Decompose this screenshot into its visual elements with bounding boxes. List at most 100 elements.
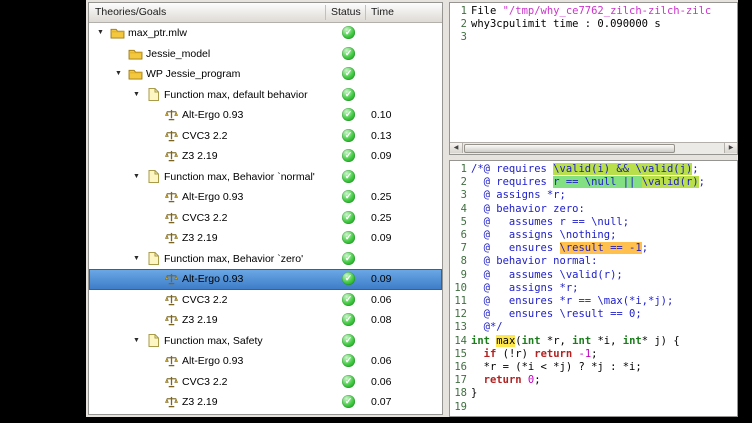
tree-row[interactable]: ▼max_ptr.mlw✓: [89, 23, 442, 44]
code-text: File "/tmp/why_ce7762_zilch-zilch-zilc: [471, 5, 711, 18]
code-text: *r = (*i < *j) ? *j : *i;: [471, 361, 642, 374]
time-value: 0.06: [371, 355, 391, 367]
indent-spacer: [89, 53, 111, 54]
indent-spacer: [89, 279, 147, 280]
tree-row[interactable]: ▼WP Jessie_program✓: [89, 64, 442, 85]
status-ok-icon: ✓: [342, 395, 355, 408]
tree-row[interactable]: CVC3 2.2✓0.13: [89, 126, 442, 147]
code-line: 16 *r = (*i < *j) ? *j : *i;: [450, 361, 737, 374]
message-panel: 1File "/tmp/why_ce7762_zilch-zilch-zilc2…: [449, 2, 738, 155]
status-ok-icon: ✓: [342, 252, 355, 265]
indent-spacer: [89, 402, 147, 403]
prover-icon: [162, 313, 180, 327]
expander-down-icon[interactable]: ▼: [111, 64, 126, 84]
time-value: 0.25: [371, 212, 391, 224]
code-text: @ ensures \result == -1;: [471, 242, 648, 255]
tree-row[interactable]: ▼ Function max, Behavior `zero' ✓: [89, 249, 442, 270]
horizontal-splitter[interactable]: [449, 153, 736, 160]
prover-icon: [162, 354, 180, 368]
row-label: Alt-Ergo 0.93: [182, 109, 243, 121]
code-text: }: [471, 387, 477, 400]
code-line: 3 @ assigns *r;: [450, 189, 737, 202]
code-line: 2 @ requires r == \null || \valid(r);: [450, 176, 737, 189]
indent-spacer: [89, 258, 129, 259]
time-value: 0.10: [371, 109, 391, 121]
scroll-right-icon[interactable]: ▶: [724, 143, 737, 153]
row-label: Function max, default behavior: [164, 89, 308, 101]
goal-icon: [144, 88, 162, 102]
prover-icon: [162, 231, 180, 245]
time-value: 0.08: [371, 314, 391, 326]
line-number: 8: [450, 255, 471, 268]
status-ok-icon: ✓: [342, 149, 355, 162]
tree-row[interactable]: ▼Function max, Safety✓: [89, 331, 442, 352]
expander-down-icon[interactable]: ▼: [129, 331, 144, 351]
status-ok-icon: ✓: [342, 272, 355, 285]
column-separator[interactable]: [365, 5, 366, 20]
line-number: 7: [450, 242, 471, 255]
tree-row[interactable]: ▼Function max, Behavior `normal'✓: [89, 167, 442, 188]
line-number: 12: [450, 308, 471, 321]
expander-down-icon[interactable]: ▼: [129, 249, 144, 269]
time-value: 0.25: [371, 191, 391, 203]
indent-spacer: [89, 115, 147, 116]
tree-row[interactable]: Z3 2.19✓0.07: [89, 392, 442, 413]
expander-down-icon[interactable]: ▼: [93, 23, 108, 43]
indent-spacer: [89, 217, 147, 218]
goals-tree-panel: Theories/Goals Status Time ▼max_ptr.mlw✓…: [88, 2, 443, 415]
code-line: 18}: [450, 387, 737, 400]
indent-spacer: [89, 320, 147, 321]
code-text: @ behavior normal:: [471, 255, 597, 268]
code-text: @ assigns *r;: [471, 282, 578, 295]
expander-down-icon[interactable]: ▼: [129, 85, 144, 105]
tree-row[interactable]: Z3 2.19✓0.08: [89, 310, 442, 331]
tree-row[interactable]: Z3 2.19✓0.09: [89, 146, 442, 167]
tree-column-header[interactable]: Theories/Goals Status Time: [89, 3, 442, 23]
indent-spacer: [89, 381, 147, 382]
line-number: 1: [450, 163, 471, 176]
tree-row[interactable]: Alt-Ergo 0.93✓0.06: [89, 351, 442, 372]
goal-icon: [144, 252, 162, 266]
tree-row[interactable]: Alt-Ergo 0.93✓0.25: [89, 187, 442, 208]
indent-spacer: [89, 74, 111, 75]
tree-row[interactable]: CVC3 2.2✓0.06: [89, 372, 442, 393]
code-line: 6 @ assigns \nothing;: [450, 229, 737, 242]
prover-icon: [162, 190, 180, 204]
status-ok-icon: ✓: [342, 88, 355, 101]
row-label: Alt-Ergo 0.93: [182, 355, 243, 367]
row-label: Jessie_model: [146, 48, 210, 60]
time-value: 0.09: [371, 273, 391, 285]
code-text: why3cpulimit time : 0.090000 s: [471, 18, 661, 31]
status-ok-icon: ✓: [342, 313, 355, 326]
tree-row[interactable]: Jessie_model✓: [89, 44, 442, 65]
line-number: 14: [450, 335, 471, 348]
expander-down-icon[interactable]: ▼: [129, 167, 144, 187]
indent-spacer: [89, 299, 147, 300]
scroll-left-icon[interactable]: ◀: [450, 143, 463, 153]
row-label: Function max, Behavior `zero': [164, 253, 303, 265]
prover-icon: [162, 395, 180, 409]
row-label: Z3 2.19: [182, 150, 218, 162]
tree-row[interactable]: CVC3 2.2✓0.06: [89, 290, 442, 311]
indent-spacer: [89, 94, 129, 95]
tree-row[interactable]: Alt-Ergo 0.93✓0.09: [89, 269, 442, 290]
folder-icon: [108, 26, 126, 40]
column-time[interactable]: Time: [371, 6, 394, 18]
tree-row[interactable]: Z3 2.19✓0.09: [89, 228, 442, 249]
tree-row[interactable]: ▼ Function max, default behavior ✓: [89, 85, 442, 106]
indent-spacer: [89, 197, 147, 198]
tree-row[interactable]: CVC3 2.2✓0.25: [89, 208, 442, 229]
tree-body: ▼max_ptr.mlw✓Jessie_model✓▼WP Jessie_pro…: [89, 23, 442, 414]
scrollbar-thumb[interactable]: [464, 144, 675, 153]
prover-icon: [162, 272, 180, 286]
column-status[interactable]: Status: [331, 6, 361, 18]
code-line: 12 @ ensures \result == 0;: [450, 308, 737, 321]
tree-row[interactable]: Alt-Ergo 0.93✓0.10: [89, 105, 442, 126]
line-number: 17: [450, 374, 471, 387]
line-number: 3: [450, 31, 471, 44]
column-theories-goals[interactable]: Theories/Goals: [95, 6, 166, 18]
column-separator[interactable]: [325, 5, 326, 20]
vertical-splitter[interactable]: [441, 2, 449, 415]
row-label: Alt-Ergo 0.93: [182, 191, 243, 203]
code-line: 3: [450, 31, 737, 44]
